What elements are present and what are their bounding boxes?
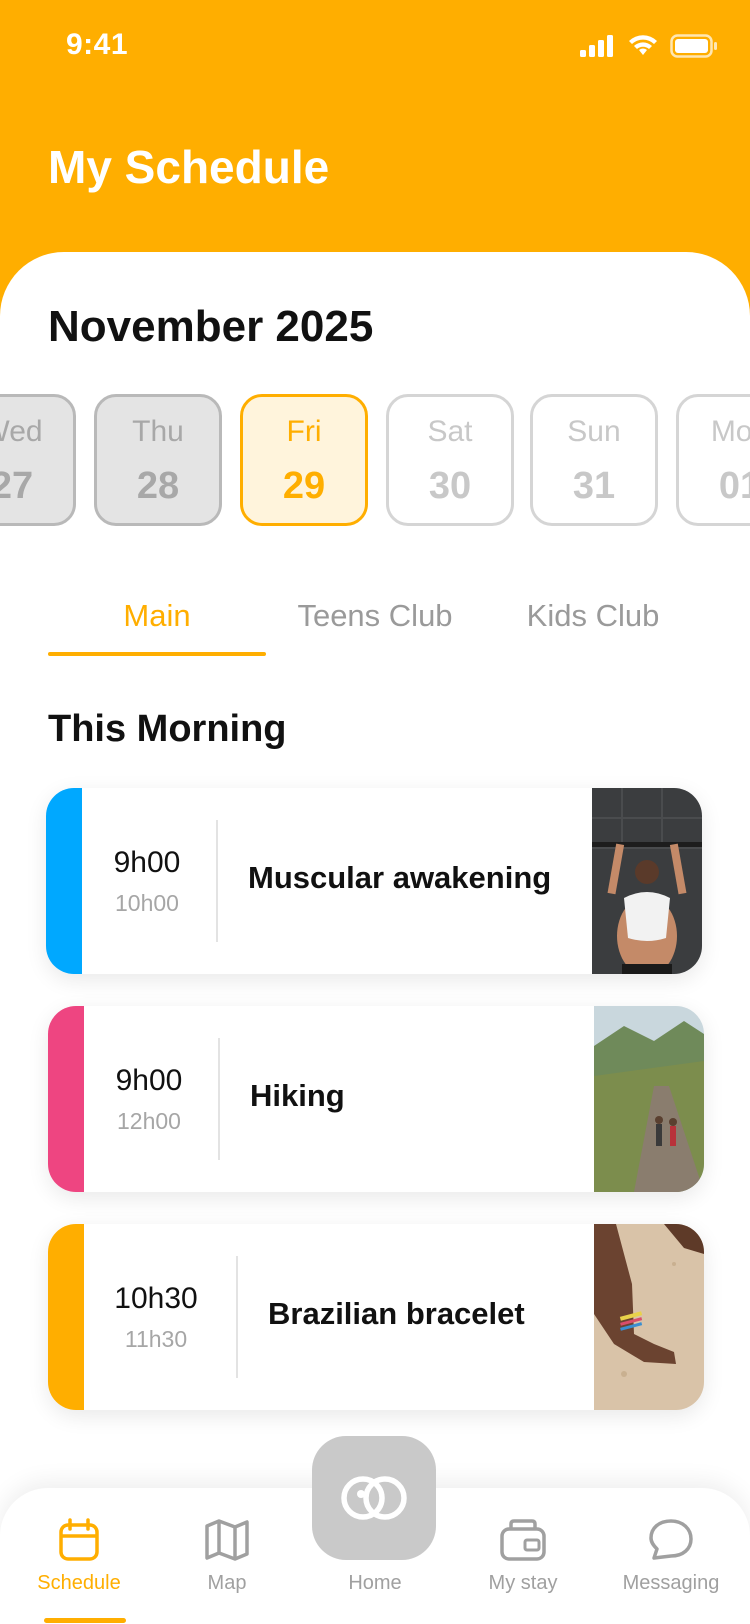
event-card-hiking[interactable]: 9h00 12h00 Hiking — [48, 1006, 704, 1192]
date-chip-dow: Mon — [710, 415, 750, 448]
event-name: Brazilian bracelet — [268, 1296, 525, 1331]
event-start-time: 10h30 — [114, 1282, 198, 1315]
event-start-time: 9h00 — [115, 1064, 183, 1097]
status-icons — [580, 34, 718, 58]
date-chip-dow: Sat — [427, 415, 473, 448]
battery-icon — [670, 34, 717, 58]
date-chip-dow: Thu — [132, 415, 184, 448]
event-card-muscular-awakening[interactable]: 9h00 10h00 Muscular awakening — [46, 788, 702, 974]
date-chip-30[interactable]: Sat 30 — [386, 394, 514, 526]
date-chip-27[interactable]: Wed 27 — [0, 394, 76, 526]
date-chip-31[interactable]: Sun 31 — [530, 394, 658, 526]
date-chip-01[interactable]: Mon 01 — [676, 394, 750, 526]
event-times: 9h00 12h00 — [84, 1006, 214, 1192]
date-chip-num: 29 — [282, 465, 326, 507]
date-chip-dow: Fri — [286, 415, 322, 448]
event-photo-hiking — [594, 1006, 704, 1192]
nav-messaging[interactable]: Messaging — [596, 1488, 746, 1624]
event-times: 9h00 10h00 — [82, 788, 212, 974]
status-time: 9:41 — [66, 28, 129, 61]
date-chip-28[interactable]: Thu 28 — [94, 394, 222, 526]
event-color-stripe — [48, 1224, 84, 1410]
chat-bubble-icon — [649, 1519, 693, 1560]
date-chip-num: 27 — [0, 465, 34, 507]
tab-label: Main — [123, 598, 191, 633]
date-chip-num: 01 — [718, 465, 750, 507]
tab-active-underline — [48, 652, 266, 656]
event-divider — [216, 820, 218, 942]
home-button[interactable] — [312, 1436, 436, 1560]
nav-label: Messaging — [622, 1572, 720, 1594]
nav-label: Schedule — [37, 1572, 121, 1594]
wallet-icon — [500, 1519, 546, 1561]
date-chip-dow: Sun — [567, 415, 621, 448]
tab-label: Teens Club — [297, 598, 453, 633]
home-logo-icon — [341, 1476, 407, 1520]
calendar-icon — [59, 1518, 99, 1561]
date-chip-num: 31 — [572, 465, 616, 507]
event-card-brazilian-bracelet[interactable]: 10h30 11h30 Brazilian bracelet — [48, 1224, 704, 1410]
schedule-sheet: November 2025 Wed 27 Thu 28 Fri 29 Sat 3… — [0, 252, 750, 1624]
section-title: This Morning — [48, 708, 287, 750]
event-name: Muscular awakening — [248, 860, 552, 895]
event-divider — [218, 1038, 220, 1160]
tab-label: Kids Club — [526, 598, 660, 633]
event-end-time: 11h30 — [124, 1326, 188, 1352]
map-icon — [205, 1519, 249, 1561]
event-color-stripe — [46, 788, 82, 974]
date-strip[interactable]: Wed 27 Thu 28 Fri 29 Sat 30 Sun 31 Mon 0… — [0, 394, 750, 528]
page-title: My Schedule — [48, 141, 330, 193]
nav-schedule[interactable]: Schedule — [4, 1488, 154, 1624]
nav-label: Map — [207, 1572, 247, 1594]
event-times: 10h30 11h30 — [84, 1224, 228, 1410]
month-title: November 2025 — [48, 302, 374, 351]
event-divider — [236, 1256, 238, 1378]
date-chip-num: 28 — [136, 465, 180, 507]
wifi-icon — [629, 35, 657, 55]
tab-kids-club[interactable]: Kids Club — [484, 598, 702, 656]
nav-map[interactable]: Map — [152, 1488, 302, 1624]
event-photo-bracelet — [594, 1224, 704, 1410]
date-chip-29[interactable]: Fri 29 — [240, 394, 368, 526]
event-color-stripe — [48, 1006, 84, 1192]
club-tabs: Main Teens Club Kids Club — [48, 598, 702, 658]
event-end-time: 12h00 — [117, 1108, 181, 1134]
nav-active-indicator — [44, 1618, 126, 1623]
date-chip-dow: Wed — [0, 415, 43, 448]
event-start-time: 9h00 — [113, 846, 181, 879]
status-bar: 9:41 — [0, 0, 750, 92]
nav-label: My stay — [488, 1572, 558, 1594]
event-name: Hiking — [250, 1078, 345, 1113]
date-chip-num: 30 — [428, 465, 472, 507]
tab-main[interactable]: Main — [48, 598, 266, 656]
nav-label: Home — [348, 1572, 402, 1594]
event-photo-workout — [592, 788, 702, 974]
event-end-time: 10h00 — [115, 890, 179, 916]
nav-my-stay[interactable]: My stay — [448, 1488, 598, 1624]
signal-icon — [580, 35, 613, 57]
tab-teens-club[interactable]: Teens Club — [266, 598, 484, 656]
